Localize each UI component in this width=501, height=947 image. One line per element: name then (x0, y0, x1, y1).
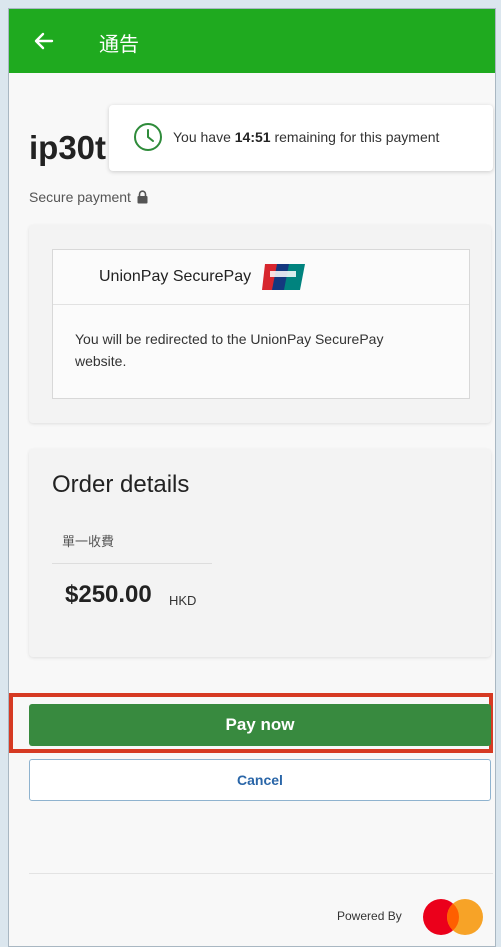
timer-time: 14:51 (234, 129, 271, 145)
timer-toast: You have 14:51 remaining for this paymen… (109, 105, 493, 171)
arrow-left-icon[interactable] (34, 31, 54, 51)
lock-icon (137, 190, 148, 204)
order-details-card: Order details 單一收費 $250.00 HKD (29, 449, 491, 657)
timer-prefix: You have (173, 129, 235, 145)
clock-icon (134, 123, 162, 151)
mastercard-logo-icon (423, 899, 483, 935)
unionpay-logo-icon (262, 264, 306, 290)
cancel-button[interactable]: Cancel (29, 759, 491, 801)
order-amount: $250.00 (65, 581, 152, 608)
secure-payment-label: Secure payment (29, 189, 149, 205)
order-item-name: 單一收費 (62, 534, 115, 549)
payment-page: ip30t You have 14:51 remaining for this … (9, 73, 495, 946)
payment-method-card: UnionPay SecurePay You will be redirecte… (29, 225, 491, 423)
payment-method-name: UnionPay SecurePay (99, 268, 252, 285)
redirect-description: You will be redirected to the UnionPay S… (75, 331, 384, 369)
order-currency: HKD (169, 593, 197, 608)
order-divider (52, 563, 212, 564)
footer-divider (29, 873, 493, 874)
unionpay-option[interactable]: UnionPay SecurePay You will be redirecte… (52, 249, 470, 399)
powered-by-label: Powered By (337, 909, 402, 923)
app-bar: 通告 (9, 9, 495, 73)
pay-now-button[interactable]: Pay now (29, 704, 491, 746)
order-details-title: Order details (52, 471, 190, 498)
phone-frame: 通告 ip30t You have 14:51 remaining for th… (8, 8, 496, 947)
merchant-name: ip30t (29, 129, 107, 166)
unionpay-header: UnionPay SecurePay (53, 250, 469, 305)
app-bar-title: 通告 (99, 34, 139, 56)
secure-text: Secure payment (29, 189, 131, 205)
timer-suffix: remaining for this payment (270, 129, 440, 145)
timer-text: You have 14:51 remaining for this paymen… (173, 129, 439, 145)
